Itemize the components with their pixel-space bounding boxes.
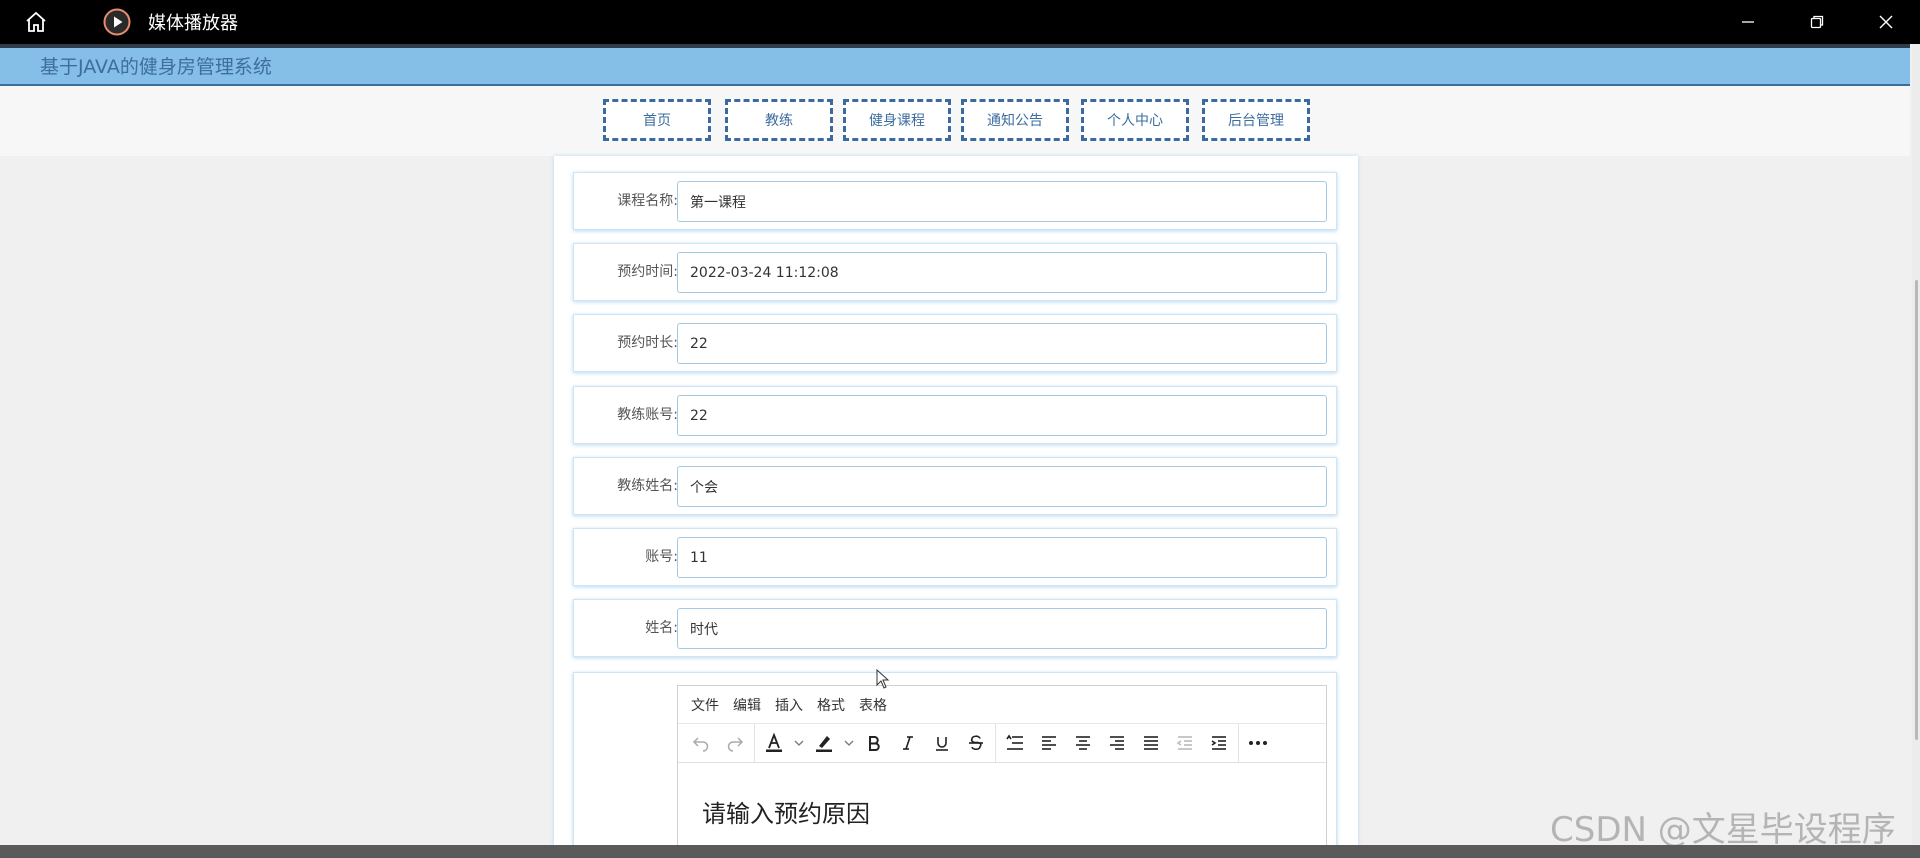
app-header: 基于JAVA的健身房管理系统 — [0, 44, 1910, 86]
coach-name-input[interactable] — [677, 466, 1327, 507]
field-booking-reason: 文件 编辑 插入 格式 表格 请输入预约原因 — [573, 672, 1337, 855]
coach-account-input[interactable] — [677, 395, 1327, 436]
indent-icon[interactable] — [1202, 728, 1236, 758]
window-title: 媒体播放器 — [148, 13, 238, 34]
outdent-icon[interactable] — [1168, 728, 1202, 758]
underline-icon[interactable] — [925, 728, 959, 758]
toolbar-divider — [754, 724, 755, 762]
bottom-bar — [0, 845, 1920, 858]
field-course-name: 课程名称: — [573, 172, 1337, 230]
menu-format[interactable]: 格式 — [810, 695, 852, 715]
editor-toolbar — [678, 724, 1326, 763]
field-label: 预约时间: — [617, 264, 678, 280]
chevron-down-icon[interactable] — [791, 728, 807, 758]
menu-table[interactable]: 表格 — [852, 695, 894, 715]
field-coach-name: 教练姓名: — [573, 457, 1337, 515]
font-color-icon[interactable] — [757, 728, 791, 758]
app-title: 基于JAVA的健身房管理系统 — [40, 56, 272, 78]
field-label: 教练账号: — [617, 407, 678, 423]
booking-duration-input[interactable] — [677, 323, 1327, 364]
toolbar-divider — [995, 724, 996, 762]
window-controls — [1713, 0, 1920, 44]
toolbar-divider — [1238, 724, 1239, 762]
align-right-icon[interactable] — [1100, 728, 1134, 758]
align-center-icon[interactable] — [1066, 728, 1100, 758]
editor-menubar: 文件 编辑 插入 格式 表格 — [678, 686, 1326, 724]
field-booking-time: 预约时间: — [573, 243, 1337, 301]
field-name: 姓名: — [573, 599, 1337, 657]
field-label: 教练姓名: — [617, 478, 678, 494]
minimize-icon[interactable] — [1713, 0, 1782, 44]
menu-insert[interactable]: 插入 — [768, 695, 810, 715]
strikethrough-icon[interactable] — [959, 728, 993, 758]
editor-placeholder[interactable]: 请输入预约原因 — [702, 794, 870, 829]
nav-coach[interactable]: 教练 — [725, 99, 833, 141]
close-icon[interactable] — [1851, 0, 1920, 44]
window-titlebar: 媒体播放器 — [0, 0, 1920, 44]
align-left-icon[interactable] — [1032, 728, 1066, 758]
home-icon[interactable] — [18, 4, 54, 40]
justify-icon[interactable] — [1134, 728, 1168, 758]
restore-icon[interactable] — [1782, 0, 1851, 44]
menu-file[interactable]: 文件 — [684, 695, 726, 715]
course-name-input[interactable] — [677, 181, 1327, 222]
field-label: 姓名: — [645, 620, 678, 636]
redo-icon[interactable] — [718, 728, 752, 758]
chevron-down-icon[interactable] — [841, 728, 857, 758]
field-account: 账号: — [573, 528, 1337, 586]
field-label: 预约时长: — [617, 335, 678, 351]
highlight-icon[interactable] — [807, 728, 841, 758]
booking-time-input[interactable] — [677, 252, 1327, 293]
mouse-cursor-icon — [876, 668, 890, 693]
nav-notice[interactable]: 通知公告 — [961, 99, 1069, 141]
watermark: CSDN @文星毕设程序 — [1550, 810, 1896, 850]
nav-home[interactable]: 首页 — [603, 99, 711, 141]
field-label: 课程名称: — [617, 193, 678, 209]
nav-personal-center[interactable]: 个人中心 — [1081, 99, 1189, 141]
main-nav: 首页 教练 健身课程 通知公告 个人中心 后台管理 — [0, 86, 1910, 156]
play-icon — [102, 7, 132, 37]
bold-icon[interactable] — [857, 728, 891, 758]
menu-edit[interactable]: 编辑 — [726, 695, 768, 715]
name-input[interactable] — [677, 608, 1327, 649]
booking-form-panel: 课程名称: 预约时间: 预约时长: 教练账号: 教练姓名: 账号: 姓名: 文件… — [554, 156, 1358, 855]
scrollbar-thumb[interactable] — [1915, 280, 1918, 740]
account-input[interactable] — [677, 537, 1327, 578]
rich-text-editor: 文件 编辑 插入 格式 表格 请输入预约原因 — [677, 685, 1327, 855]
nav-fitness-course[interactable]: 健身课程 — [843, 99, 951, 141]
line-height-icon[interactable] — [998, 728, 1032, 758]
undo-icon[interactable] — [684, 728, 718, 758]
italic-icon[interactable] — [891, 728, 925, 758]
more-icon[interactable] — [1241, 728, 1275, 758]
field-booking-duration: 预约时长: — [573, 314, 1337, 372]
field-coach-account: 教练账号: — [573, 386, 1337, 444]
nav-admin[interactable]: 后台管理 — [1202, 99, 1310, 141]
field-label: 账号: — [645, 549, 678, 565]
